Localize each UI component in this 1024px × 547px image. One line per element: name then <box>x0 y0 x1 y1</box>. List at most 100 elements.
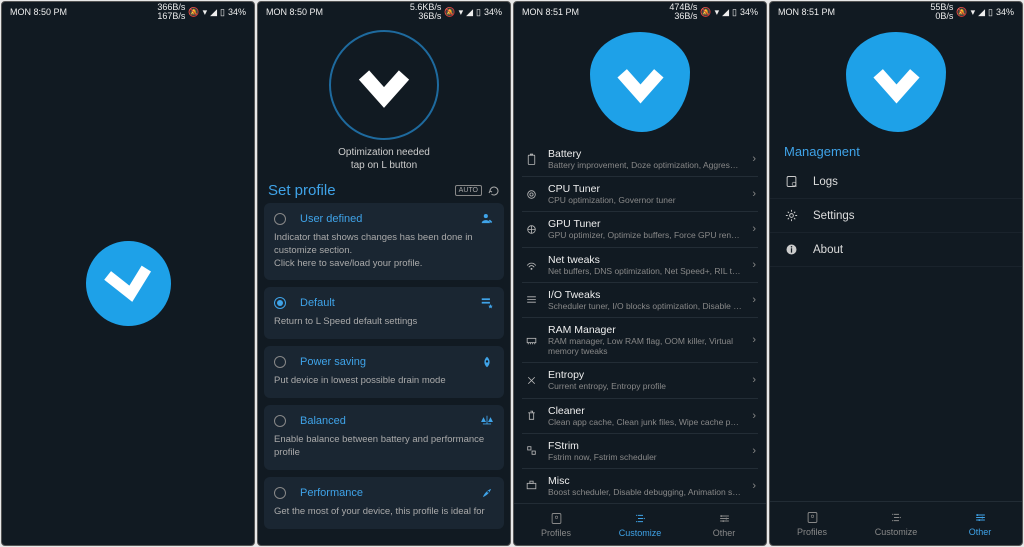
battery-icon <box>525 153 538 166</box>
profile-card-default[interactable]: Default Return to L Speed default settin… <box>264 287 504 339</box>
profile-card-power-saving[interactable]: Power saving Put device in lowest possib… <box>264 346 504 398</box>
leaf-icon <box>480 355 494 369</box>
feature-list: BatteryBattery improvement, Doze optimiz… <box>514 132 766 503</box>
feature-gpu[interactable]: GPU TunerGPU optimizer, Optimize buffers… <box>522 212 758 247</box>
nav-label: Other <box>713 528 736 538</box>
profile-desc: Put device in lowest possible drain mode <box>274 375 494 388</box>
profile-desc: Return to L Speed default settings <box>274 316 494 329</box>
logo-chevron-icon <box>613 55 668 110</box>
logs-icon <box>784 174 799 189</box>
opt-line2: tap on L button <box>258 159 510 172</box>
chevron-right-icon: › <box>752 445 756 457</box>
management-title: Management <box>770 132 1022 165</box>
net-speed-down: 36B/s <box>418 11 441 21</box>
blob-hero <box>770 22 1022 132</box>
profile-list: User defined Indicator that shows change… <box>258 203 510 536</box>
nav-other[interactable]: Other <box>682 504 766 545</box>
radio-unselected[interactable] <box>274 487 286 499</box>
radio-unselected[interactable] <box>274 356 286 368</box>
optimization-hero[interactable]: Optimization needed tap on L button <box>258 22 510 176</box>
chevron-right-icon: › <box>752 480 756 492</box>
profile-title: Performance <box>300 487 466 499</box>
battery-icon: ▯ <box>476 7 481 18</box>
profile-card-user-defined[interactable]: User defined Indicator that shows change… <box>264 203 504 280</box>
gpu-icon <box>525 223 538 236</box>
auto-badge[interactable]: AUTO <box>455 185 482 196</box>
set-profile-title: Set profile <box>268 182 336 199</box>
trash-icon <box>525 409 538 422</box>
feature-title: Cleaner <box>548 405 742 417</box>
nav-label: Profiles <box>797 527 827 537</box>
feature-desc: Clean app cache, Clean junk files, Wipe … <box>548 417 742 427</box>
chevron-right-icon: › <box>752 374 756 386</box>
status-time: MON 8:50 PM <box>266 7 323 17</box>
nav-customize[interactable]: Customize <box>854 502 938 545</box>
cpu-icon <box>525 188 538 201</box>
bottom-nav: Profiles Customize Other <box>770 501 1022 545</box>
feature-fstrim[interactable]: FStrimFstrim now, Fstrim scheduler› <box>522 434 758 469</box>
profiles-icon <box>549 511 564 526</box>
misc-icon <box>525 479 538 492</box>
mute-icon: 🔕 <box>444 7 455 18</box>
nav-label: Customize <box>875 527 918 537</box>
wifi-icon: ▾ <box>715 7 720 18</box>
profile-card-performance[interactable]: Performance Get the most of your device,… <box>264 477 504 529</box>
feature-battery[interactable]: BatteryBattery improvement, Doze optimiz… <box>522 142 758 177</box>
refresh-icon[interactable] <box>488 185 500 197</box>
io-icon <box>525 293 538 306</box>
signal-icon: ◢ <box>722 7 729 18</box>
fstrim-icon <box>525 444 538 457</box>
profile-card-balanced[interactable]: Balanced Enable balance between battery … <box>264 405 504 470</box>
feature-cpu[interactable]: CPU TunerCPU optimization, Governor tune… <box>522 177 758 212</box>
nav-label: Profiles <box>541 528 571 538</box>
chevron-right-icon: › <box>752 188 756 200</box>
status-time: MON 8:51 PM <box>522 7 579 17</box>
radio-selected[interactable] <box>274 297 286 309</box>
profiles-icon <box>805 510 820 525</box>
phone-screen-other: MON 8:51 PM 55B/s0B/s 🔕 ▾ ◢ ▯ 34% Manage… <box>769 1 1023 546</box>
app-logo <box>79 234 177 332</box>
nav-other[interactable]: Other <box>938 502 1022 545</box>
chevron-right-icon: › <box>752 294 756 306</box>
feature-io[interactable]: I/O TweaksScheduler tuner, I/O blocks op… <box>522 283 758 318</box>
phone-screen-customize: MON 8:51 PM 474B/s36B/s 🔕 ▾ ◢ ▯ 34% Batt… <box>513 1 767 546</box>
profile-title: Power saving <box>300 356 466 368</box>
other-icon <box>717 511 732 526</box>
feature-title: Misc <box>548 475 742 487</box>
nav-customize[interactable]: Customize <box>598 504 682 545</box>
battery-percent: 34% <box>228 7 246 17</box>
feature-entropy[interactable]: EntropyCurrent entropy, Entropy profile › <box>522 363 758 398</box>
feature-cleaner[interactable]: CleanerClean app cache, Clean junk files… <box>522 399 758 434</box>
chevron-right-icon: › <box>752 223 756 235</box>
mgmt-about[interactable]: About <box>770 233 1022 267</box>
radio-unselected[interactable] <box>274 415 286 427</box>
nav-profiles[interactable]: Profiles <box>514 504 598 545</box>
feature-desc: Current entropy, Entropy profile <box>548 381 742 391</box>
app-logo-blob <box>846 32 946 132</box>
feature-net[interactable]: Net tweaksNet buffers, DNS optimization,… <box>522 248 758 283</box>
feature-title: Entropy <box>548 369 742 381</box>
status-time: MON 8:50 PM <box>10 7 67 17</box>
mute-icon: 🔕 <box>700 7 711 18</box>
radio-unselected[interactable] <box>274 213 286 225</box>
optimization-ring[interactable] <box>329 30 439 140</box>
phone-screen-splash: MON 8:50 PM 366B/s167B/s 🔕 ▾ ◢ ▯ 34% <box>1 1 255 546</box>
mgmt-label: Logs <box>813 176 838 188</box>
feature-desc: GPU optimizer, Optimize buffers, Force G… <box>548 230 742 240</box>
battery-icon: ▯ <box>732 7 737 18</box>
feature-ram[interactable]: RAM ManagerRAM manager, Low RAM flag, OO… <box>522 318 758 363</box>
mgmt-settings[interactable]: Settings <box>770 199 1022 233</box>
feature-title: I/O Tweaks <box>548 289 742 301</box>
feature-misc[interactable]: MiscBoost scheduler, Disable debugging, … <box>522 469 758 503</box>
feature-title: Battery <box>548 148 742 160</box>
balance-icon <box>480 414 494 428</box>
nav-profiles[interactable]: Profiles <box>770 502 854 545</box>
mgmt-label: About <box>813 244 843 256</box>
rocket-icon <box>480 486 494 500</box>
feature-title: Net tweaks <box>548 254 742 266</box>
chevron-right-icon: › <box>752 153 756 165</box>
mgmt-logs[interactable]: Logs <box>770 165 1022 199</box>
feature-title: FStrim <box>548 440 742 452</box>
logo-chevron-icon <box>354 55 414 115</box>
profile-title: User defined <box>300 213 466 225</box>
